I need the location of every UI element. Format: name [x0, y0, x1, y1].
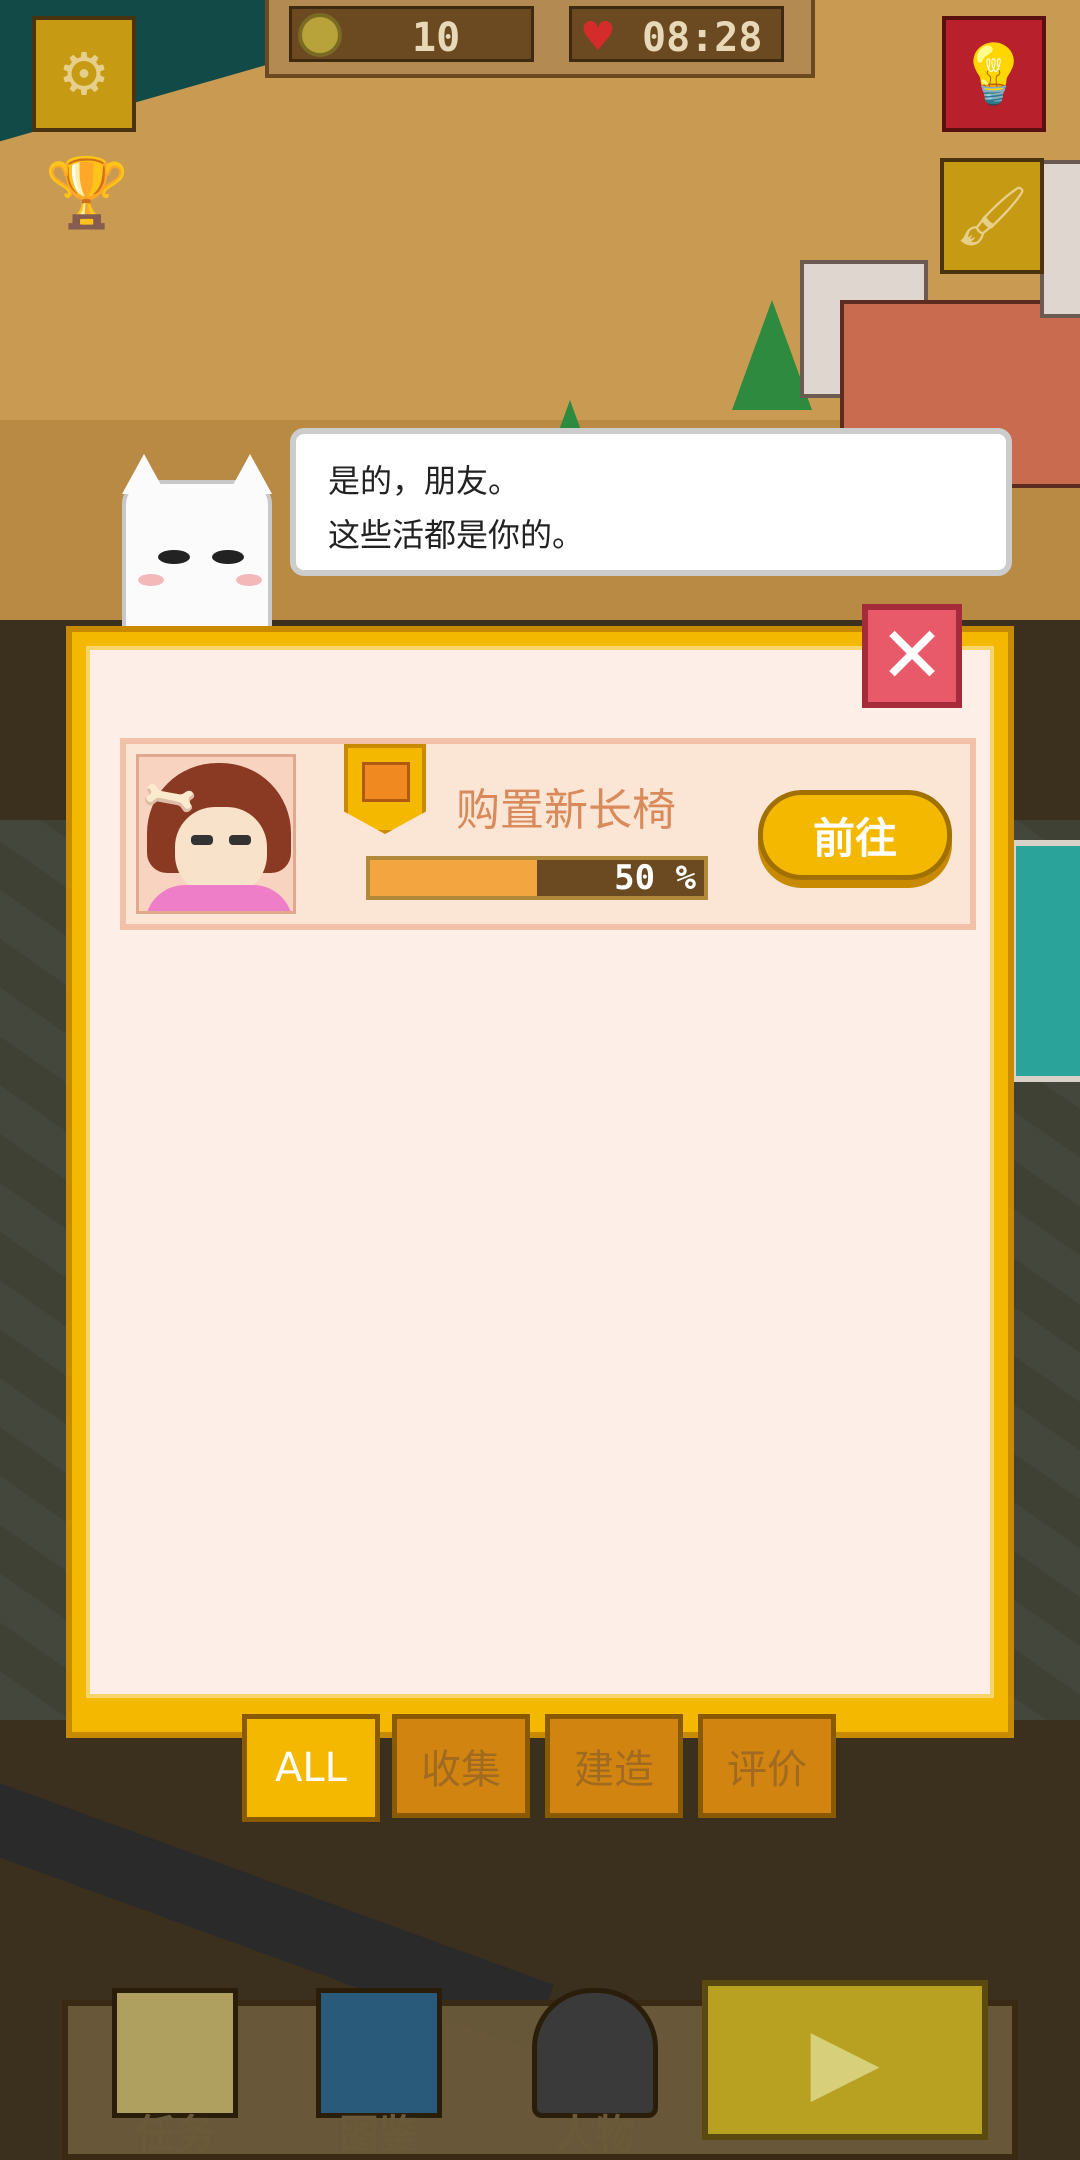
progress-text: 50 %	[614, 858, 696, 898]
task-type-badge	[344, 744, 426, 834]
go-button[interactable]: 前往	[758, 790, 952, 880]
coin-value: 10	[412, 15, 461, 61]
hint-button[interactable]: 💡	[942, 16, 1046, 132]
decorate-button[interactable]: 🖌	[940, 158, 1044, 274]
nav-catalog-label: 图鉴	[339, 2112, 419, 2158]
progress-fill	[370, 860, 537, 896]
dialog-line-1: 是的，朋友。	[328, 462, 521, 500]
tab-collect[interactable]: 收集	[392, 1714, 530, 1818]
avatar-face	[175, 807, 267, 895]
nav-tasks[interactable]: 任务	[100, 1978, 250, 2160]
task-progress-bar: 50 %	[366, 856, 708, 900]
heart-icon: ♥	[580, 14, 616, 60]
play-icon: ▶	[810, 2007, 880, 2113]
task-card: 🦴 购置新长椅 50 % 前往	[120, 738, 976, 930]
cat-eye	[212, 550, 244, 564]
building	[1040, 160, 1080, 318]
clipboard-icon	[112, 1988, 238, 2118]
pool	[1010, 840, 1080, 1082]
cat-eye	[158, 550, 190, 564]
book-icon	[316, 1988, 442, 2118]
coin-counter: 10	[289, 6, 534, 62]
life-timer: ♥ 08:28	[569, 6, 784, 62]
avatar-body	[145, 885, 293, 911]
cat-ear	[122, 454, 166, 494]
dialog-line-2: 这些活都是你的。	[328, 516, 585, 554]
lightbulb-icon: 💡	[957, 39, 1031, 108]
cat-character	[122, 454, 272, 630]
tab-build[interactable]: 建造	[545, 1714, 683, 1818]
tab-rate[interactable]: 评价	[698, 1714, 836, 1818]
nav-tasks-label: 任务	[135, 2112, 215, 2158]
avatar-eye	[229, 835, 251, 845]
settings-button[interactable]: ⚙	[32, 16, 136, 132]
go-button-label: 前往	[812, 813, 897, 863]
briefcase-icon	[362, 762, 410, 802]
cat-ear	[228, 454, 272, 494]
play-button[interactable]: ▶	[702, 1980, 988, 2140]
person-icon	[532, 1988, 658, 2118]
coin-icon	[298, 13, 342, 57]
cat-blush	[236, 574, 262, 586]
trophy-icon[interactable]: 🏆	[42, 154, 132, 234]
task-title: 购置新长椅	[456, 785, 676, 836]
speech-bubble: 是的，朋友。 这些活都是你的。	[290, 428, 1012, 576]
paintbrush-icon: 🖌	[955, 181, 1029, 250]
customer-avatar: 🦴	[136, 754, 296, 914]
close-icon: ✕	[879, 611, 945, 701]
cat-blush	[138, 574, 164, 586]
timer-value: 08:28	[642, 15, 763, 61]
nav-people-label: 人物	[555, 2112, 635, 2158]
tab-all[interactable]: ALL	[242, 1714, 380, 1822]
gear-icon: ⚙	[58, 40, 110, 108]
avatar-eye	[191, 835, 213, 845]
close-button[interactable]: ✕	[862, 604, 962, 708]
nav-people[interactable]: 人物	[520, 1978, 670, 2160]
resource-bar: 10 ♥ 08:28	[265, 0, 815, 78]
nav-catalog[interactable]: 图鉴	[304, 1978, 454, 2160]
